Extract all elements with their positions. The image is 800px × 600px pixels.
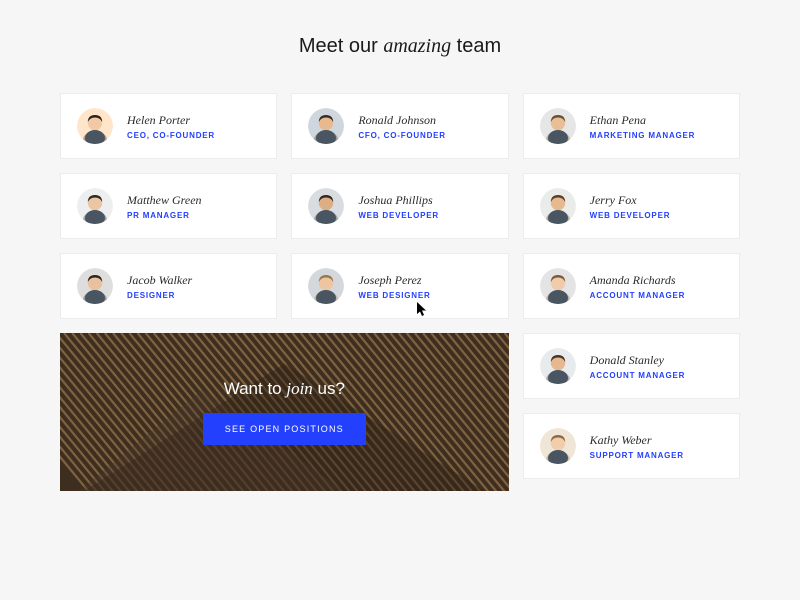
avatar: [308, 268, 344, 304]
member-name: Donald Stanley: [590, 353, 686, 368]
member-name: Jerry Fox: [590, 193, 671, 208]
member-role: MARKETING MANAGER: [590, 131, 696, 140]
avatar: [540, 268, 576, 304]
member-role: ACCOUNT MANAGER: [590, 371, 686, 380]
team-card[interactable]: Helen Porter CEO, CO-FOUNDER: [60, 93, 277, 159]
member-role: WEB DEVELOPER: [358, 211, 439, 220]
team-card[interactable]: Jacob Walker DESIGNER: [60, 253, 277, 319]
cta-panel: Want to join us? SEE OPEN POSITIONS: [60, 333, 509, 491]
member-name: Matthew Green: [127, 193, 202, 208]
member-name: Ethan Pena: [590, 113, 696, 128]
member-role: PR MANAGER: [127, 211, 202, 220]
member-role: SUPPORT MANAGER: [590, 451, 684, 460]
team-card[interactable]: Ronald Johnson CFO, CO-FOUNDER: [291, 93, 508, 159]
section-heading: Meet our amazing team: [60, 35, 740, 58]
team-card[interactable]: Joseph Perez WEB DESIGNER: [291, 253, 508, 319]
team-card[interactable]: Ethan Pena MARKETING MANAGER: [523, 93, 740, 159]
member-name: Helen Porter: [127, 113, 215, 128]
open-positions-button[interactable]: SEE OPEN POSITIONS: [203, 413, 366, 445]
member-name: Jacob Walker: [127, 273, 192, 288]
member-name: Joseph Perez: [358, 273, 430, 288]
avatar: [540, 428, 576, 464]
team-card[interactable]: Jerry Fox WEB DEVELOPER: [523, 173, 740, 239]
avatar: [308, 188, 344, 224]
avatar: [77, 268, 113, 304]
team-card[interactable]: Donald Stanley ACCOUNT MANAGER: [523, 333, 740, 399]
team-card[interactable]: Amanda Richards ACCOUNT MANAGER: [523, 253, 740, 319]
avatar: [540, 108, 576, 144]
avatar: [77, 108, 113, 144]
member-name: Joshua Phillips: [358, 193, 439, 208]
member-role: DESIGNER: [127, 291, 192, 300]
member-role: CEO, CO-FOUNDER: [127, 131, 215, 140]
team-card[interactable]: Matthew Green PR MANAGER: [60, 173, 277, 239]
avatar: [308, 108, 344, 144]
member-name: Ronald Johnson: [358, 113, 446, 128]
avatar: [540, 348, 576, 384]
avatar: [540, 188, 576, 224]
member-role: ACCOUNT MANAGER: [590, 291, 686, 300]
member-role: CFO, CO-FOUNDER: [358, 131, 446, 140]
member-role: WEB DESIGNER: [358, 291, 430, 300]
team-card[interactable]: Kathy Weber SUPPORT MANAGER: [523, 413, 740, 479]
avatar: [77, 188, 113, 224]
member-name: Kathy Weber: [590, 433, 684, 448]
team-grid: Helen Porter CEO, CO-FOUNDER Ronald John…: [60, 93, 740, 491]
cta-title: Want to join us?: [203, 379, 366, 399]
team-card[interactable]: Joshua Phillips WEB DEVELOPER: [291, 173, 508, 239]
member-name: Amanda Richards: [590, 273, 686, 288]
member-role: WEB DEVELOPER: [590, 211, 671, 220]
